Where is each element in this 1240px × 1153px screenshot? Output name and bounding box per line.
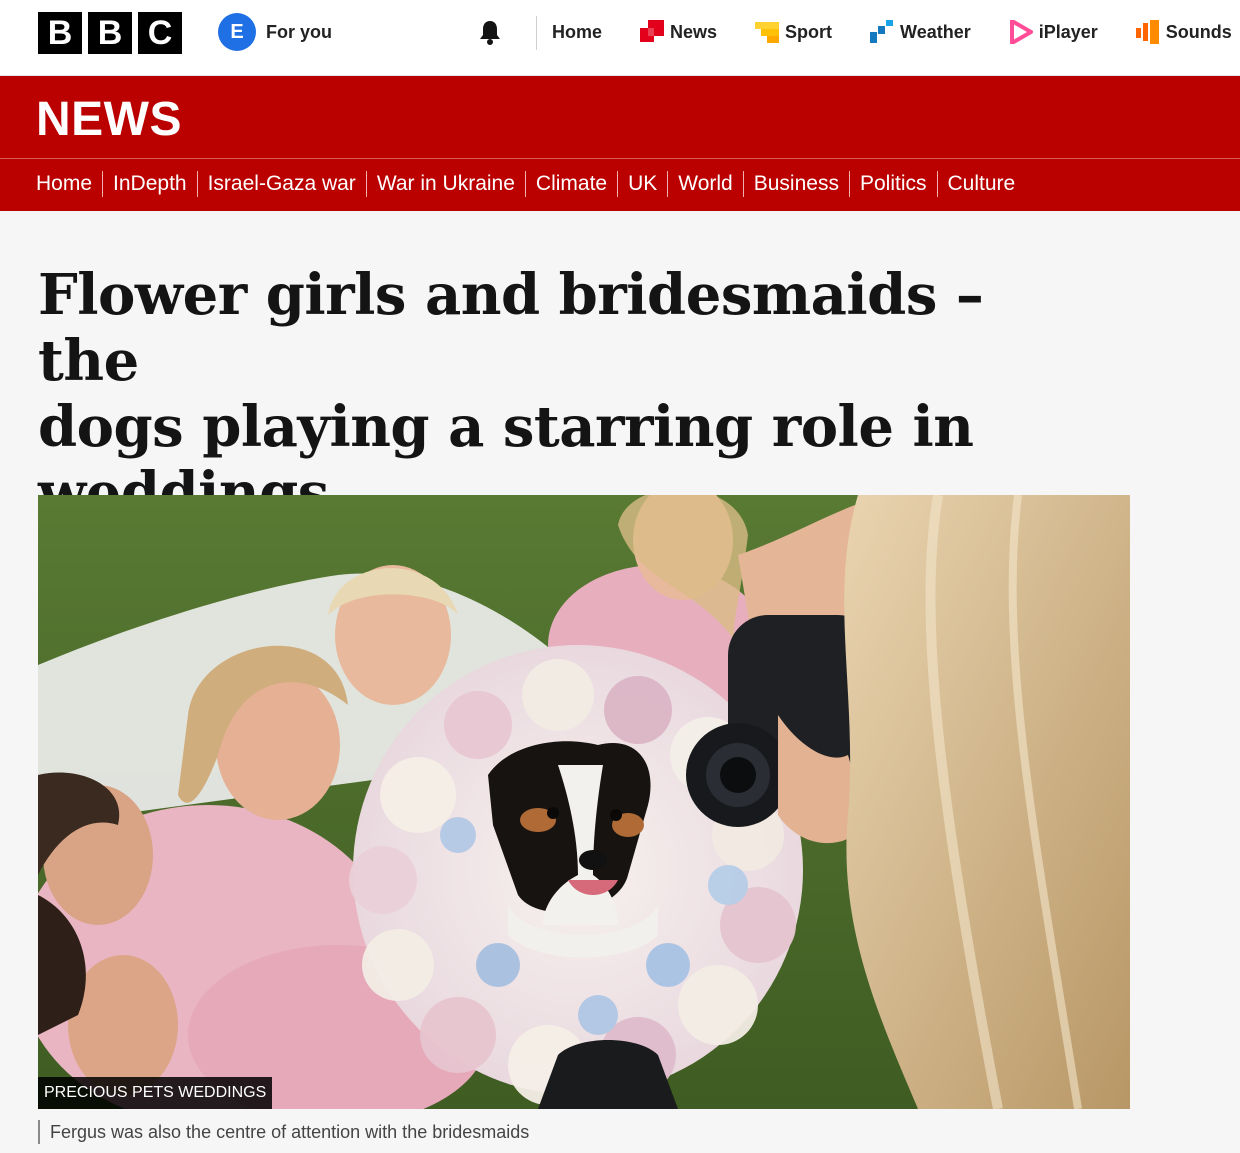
avatar: E	[218, 13, 256, 51]
hero-image[interactable]	[38, 495, 1130, 1109]
subnav-item[interactable]: Home	[36, 171, 92, 197]
subnav-item[interactable]: InDepth	[92, 171, 187, 197]
subnav-item[interactable]: Israel-Gaza war	[187, 171, 356, 197]
sounds-icon	[1135, 20, 1159, 44]
global-nav-sport[interactable]: Sport	[755, 17, 832, 47]
notifications-bell-icon[interactable]	[476, 18, 504, 46]
subnav-separator	[742, 171, 744, 197]
global-header: B B C E For you Home News Sport Weather …	[0, 0, 1240, 76]
global-nav-label: Weather	[900, 21, 971, 42]
subnav-separator	[848, 171, 850, 197]
subnav-separator	[936, 171, 938, 197]
subnav-item[interactable]: War in Ukraine	[356, 171, 515, 197]
subnav-item[interactable]: UK	[607, 171, 657, 197]
global-nav-label: Home	[552, 21, 603, 42]
news-logo[interactable]: NEWS	[36, 92, 182, 147]
subnav-item-label: War in Ukraine	[376, 172, 515, 195]
subnav-item-label: Climate	[535, 172, 608, 195]
subnav-item-label: InDepth	[113, 172, 187, 195]
subnav-item[interactable]: Climate	[515, 171, 607, 197]
subnav-item-label: Home	[36, 172, 93, 195]
news-icon	[640, 20, 665, 42]
subnav-item-label: Israel-Gaza war	[207, 172, 356, 195]
header-divider	[536, 16, 537, 50]
subnav-separator	[667, 171, 669, 197]
subnav-item-label: Politics	[859, 172, 927, 195]
global-nav-weather[interactable]: Weather	[870, 17, 971, 47]
subnav-separator	[524, 171, 526, 197]
bbc-logo[interactable]: B B C	[38, 12, 182, 54]
global-nav-home[interactable]: Home	[552, 17, 602, 47]
subnav-item[interactable]: Culture	[927, 171, 1016, 197]
bbc-logo-letter: B	[88, 12, 132, 54]
news-subnav: Home InDepth Israel-Gaza war War in Ukra…	[0, 159, 1240, 211]
article-headline: Flower girls and bridesmaids – the dogs …	[38, 262, 1098, 526]
bbc-logo-letter: B	[38, 12, 82, 54]
subnav-item-label: World	[678, 172, 733, 195]
for-you-label: For you	[266, 21, 332, 42]
subnav-separator	[365, 171, 367, 197]
global-nav-label: iPlayer	[1038, 21, 1098, 42]
subnav-separator	[196, 171, 198, 197]
news-band: NEWS	[0, 76, 1240, 158]
for-you-button[interactable]: E For you	[218, 13, 332, 51]
subnav-separator	[102, 171, 104, 197]
sport-icon	[755, 22, 780, 43]
headline-line: Flower girls and bridesmaids – the	[38, 262, 984, 394]
subnav-separator	[617, 171, 619, 197]
image-credit: PRECIOUS PETS WEDDINGS	[38, 1077, 273, 1109]
subnav-item-label: Culture	[947, 172, 1016, 195]
global-nav-label: Sport	[785, 21, 833, 42]
subnav-item[interactable]: Business	[733, 171, 839, 197]
iplayer-icon	[1009, 20, 1033, 44]
bbc-logo-letter: C	[138, 12, 182, 54]
subnav-item[interactable]: World	[657, 171, 733, 197]
headline-line: dogs playing a starring role in	[38, 394, 974, 460]
global-nav-label: News	[670, 21, 718, 42]
subnav-item-label: UK	[628, 172, 658, 195]
weather-icon	[870, 20, 894, 43]
subnav-item-label: Business	[753, 172, 839, 195]
global-nav-iplayer[interactable]: iPlayer	[1009, 17, 1098, 47]
image-caption: Fergus was also the centre of attention …	[38, 1120, 529, 1144]
global-nav-label: Sounds	[1165, 21, 1232, 42]
subnav-item[interactable]: Politics	[839, 171, 927, 197]
global-nav-news[interactable]: News	[640, 17, 717, 47]
global-nav-sounds[interactable]: Sounds	[1135, 17, 1232, 47]
global-nav: Home News Sport Weather iPlayer Sounds	[552, 17, 1232, 47]
